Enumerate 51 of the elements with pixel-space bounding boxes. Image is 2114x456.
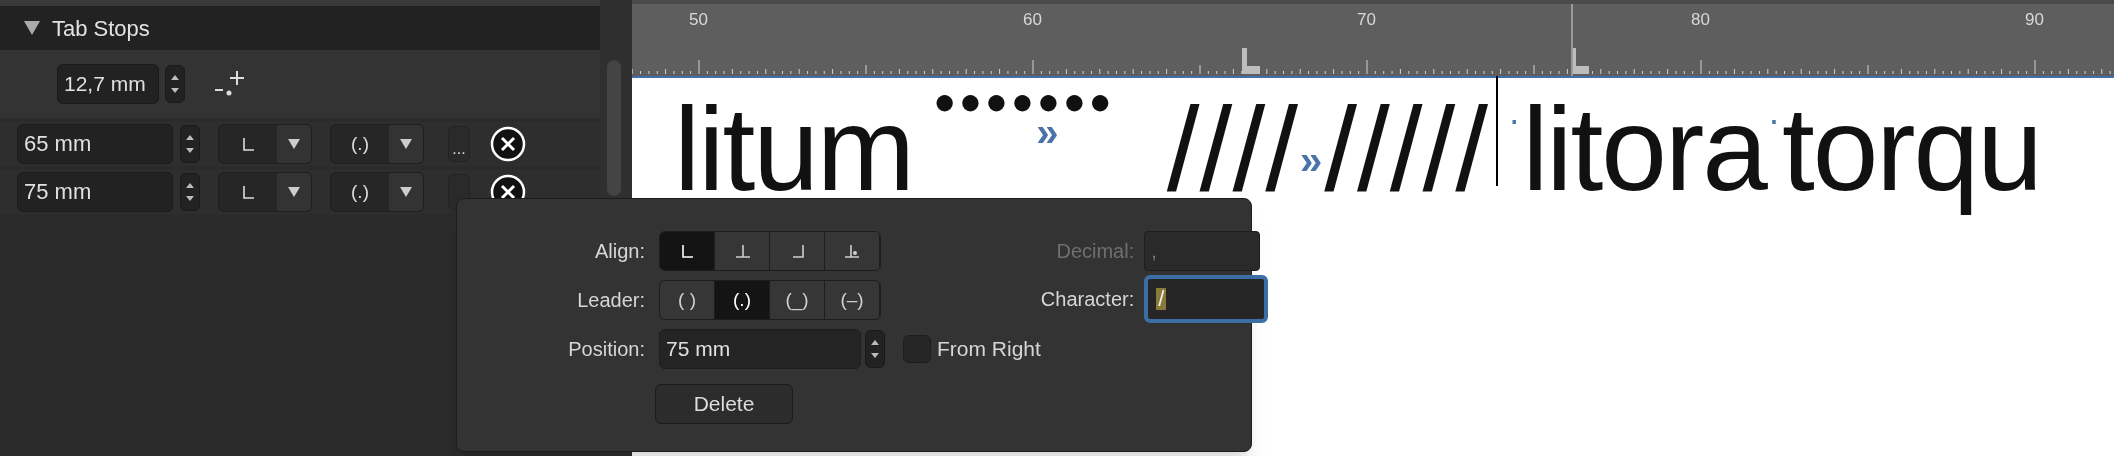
body-text: litum (674, 82, 914, 217)
position-label: Position: (567, 337, 645, 362)
delete-button[interactable]: Delete (655, 384, 793, 424)
align-option[interactable] (660, 232, 715, 270)
leader-option[interactable]: (.) (715, 281, 770, 319)
ruler-label: 80 (1691, 9, 1710, 31)
default-spacing-field[interactable]: 12,7 mm (57, 64, 159, 104)
tab-position-stepper[interactable] (180, 125, 200, 163)
leader-option[interactable]: ( ) (660, 281, 715, 319)
dropdown-arrow-icon (400, 139, 412, 149)
character-field[interactable]: / (1144, 275, 1269, 323)
tab-align-dropdown[interactable] (218, 124, 312, 164)
position-field[interactable]: 75 mm (659, 329, 861, 369)
dropdown-arrow-icon (288, 139, 300, 149)
align-option[interactable] (770, 232, 825, 270)
leader-label: Leader: (576, 288, 645, 313)
more-button[interactable]: ... (448, 126, 470, 162)
tab-leader-text: //// (1166, 82, 1298, 217)
tab-leader-dropdown[interactable]: (.) (330, 172, 424, 212)
tab-position-stepper[interactable] (180, 173, 200, 211)
align-option[interactable] (715, 232, 770, 270)
body-text: torqu (1781, 82, 2041, 217)
space-marker: · (1508, 102, 1521, 138)
dropdown-arrow-icon (288, 187, 300, 197)
tab-position-field[interactable]: 75 mm (17, 172, 173, 212)
ruler-label: 90 (2025, 9, 2044, 31)
remove-icon[interactable] (490, 126, 526, 162)
section-header[interactable]: Tab Stops (0, 6, 600, 50)
character-label: Character: (1040, 287, 1135, 312)
leader-option[interactable]: (–) (825, 281, 880, 319)
tab-leader-text: ///// (1324, 82, 1489, 217)
tab-position-field[interactable]: 65 mm (17, 124, 173, 164)
from-right-label: From Right (937, 336, 1041, 363)
align-label: Align: (593, 239, 645, 264)
body-text: litora (1522, 82, 1766, 217)
collapse-triangle-icon (24, 21, 40, 35)
ruler-guide-line (1571, 4, 1573, 76)
decimal-label: Decimal: (1055, 239, 1135, 264)
spacing-stepper[interactable] (165, 65, 185, 103)
tab-align-dropdown[interactable] (218, 172, 312, 212)
align-option[interactable] (825, 232, 880, 270)
ruler-label: 70 (1357, 9, 1376, 31)
tab-leader-dropdown[interactable]: (.) (330, 124, 424, 164)
position-stepper[interactable] (865, 330, 885, 368)
dropdown-arrow-icon (400, 187, 412, 197)
ruler-label: 50 (689, 9, 708, 31)
tab-marker: » (1299, 140, 1323, 180)
ruler-label: 60 (1023, 9, 1042, 31)
tab-stop-marker-icon (1242, 48, 1260, 74)
leader-option[interactable]: (_) (770, 281, 825, 319)
space-marker: · (1767, 102, 1780, 138)
